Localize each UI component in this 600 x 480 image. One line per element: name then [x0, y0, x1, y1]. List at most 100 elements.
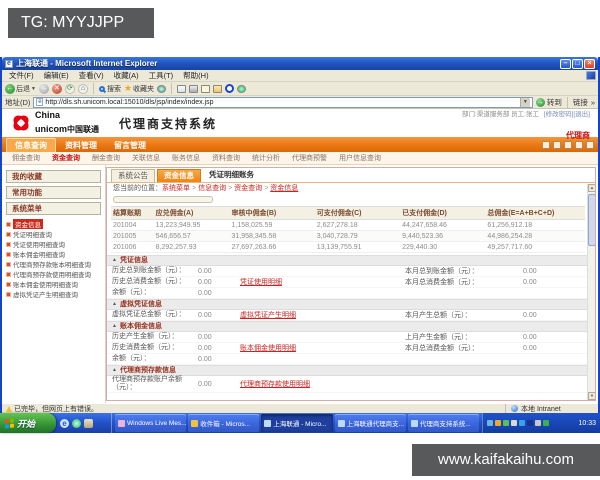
go-button[interactable]: → 转到: [535, 97, 562, 108]
sidebar-item-label: 资金信息: [13, 219, 43, 229]
sidebar-section-header[interactable]: 我的收藏: [6, 170, 101, 183]
breadcrumb-link[interactable]: 资金信息: [270, 185, 298, 192]
menubar-item[interactable]: 帮助(H): [178, 70, 213, 81]
links-chevron-icon[interactable]: »: [591, 98, 595, 107]
msn-quicklaunch-icon[interactable]: [72, 418, 81, 428]
print-button[interactable]: [189, 84, 199, 93]
tray-icon[interactable]: [511, 420, 517, 426]
collapsed-filter-pill[interactable]: [113, 196, 213, 203]
sidebar-menu-item[interactable]: 资金信息: [2, 219, 105, 229]
breadcrumb-prefix: 您当前的位置：: [113, 185, 162, 192]
history-button[interactable]: [157, 84, 167, 93]
taskbar-buttons: Windows Live Mes... 收件箱 - Micros... 上海联通 -…: [112, 413, 482, 433]
links-label[interactable]: 链接: [573, 97, 588, 108]
detail-link[interactable]: 凭证使用明细: [240, 277, 405, 287]
subnav-item[interactable]: 代理商预警: [286, 153, 333, 163]
tray-icon[interactable]: [527, 420, 533, 426]
content-tab[interactable]: 系统公告: [111, 169, 155, 182]
subnav-item[interactable]: 账务信息: [166, 153, 206, 163]
sidebar-menu-item[interactable]: 凭证使用明细查询: [2, 239, 105, 249]
menubar-item[interactable]: 收藏(A): [109, 70, 144, 81]
nav-tool-icon[interactable]: [575, 140, 583, 149]
table-cell: 31,958,345.58: [229, 230, 315, 242]
tray-icon[interactable]: [535, 420, 541, 426]
sidebar-menu-item[interactable]: 虚拟凭证产生明细查询: [2, 289, 105, 299]
nav-tab[interactable]: 留言管理: [106, 139, 154, 152]
nav-tab[interactable]: 资料管理: [57, 139, 105, 152]
messenger-button[interactable]: [237, 84, 247, 93]
subnav-item[interactable]: 用户信息查询: [333, 153, 387, 163]
tray-icon[interactable]: [543, 420, 549, 426]
table-row: 201004 13,223,949.95 1,158,025.59 2,627,278…: [111, 219, 585, 231]
scroll-down-icon[interactable]: ▼: [588, 392, 595, 400]
sidebar-menu-item[interactable]: 代理商预存款使用明细查询: [2, 269, 105, 279]
sidebar-menu-item[interactable]: 账本佣金使用明细查询: [2, 279, 105, 289]
breadcrumb-link[interactable]: 资金查询: [234, 185, 262, 192]
address-dropdown-button[interactable]: ▼: [519, 97, 530, 107]
window-titlebar[interactable]: e 上海联通 - Microsoft Internet Explorer – □…: [2, 57, 598, 70]
tray-icon[interactable]: [495, 420, 501, 426]
menubar-item[interactable]: 编辑(E): [39, 70, 74, 81]
tray-icon[interactable]: [519, 420, 525, 426]
field-label: 历史总到账金额（元）：: [112, 266, 186, 274]
mail-button[interactable]: [177, 84, 187, 93]
menubar-item[interactable]: 查看(V): [74, 70, 109, 81]
menubar-item[interactable]: 工具(T): [144, 70, 179, 81]
taskbar-button[interactable]: 上海联通 - Micro...: [261, 414, 333, 432]
nav-tool-icon[interactable]: [586, 140, 594, 149]
refresh-button[interactable]: ⟳: [64, 83, 75, 94]
detail-link[interactable]: 代理商预存款使用明细: [240, 379, 405, 389]
subnav-item[interactable]: 资料查询: [206, 153, 246, 163]
detail-link[interactable]: 虚拟凭证产生明细: [240, 310, 405, 320]
ie-quicklaunch-icon[interactable]: e: [60, 418, 69, 428]
content-tab[interactable]: 凭证明细账务: [203, 169, 260, 182]
show-desktop-icon[interactable]: [84, 418, 93, 428]
sidebar-section-header[interactable]: 常用功能: [6, 186, 101, 199]
subnav-item[interactable]: 资金查询: [46, 153, 86, 163]
edit-button[interactable]: [201, 84, 211, 93]
subnav-item[interactable]: 统计分析: [246, 153, 286, 163]
nav-tool-icon[interactable]: [553, 140, 561, 149]
maximize-button[interactable]: □: [572, 58, 583, 69]
messenger-ring-icon[interactable]: [225, 84, 235, 93]
taskbar-button[interactable]: Windows Live Mes...: [115, 414, 187, 432]
forward-button[interactable]: →: [38, 83, 49, 94]
sidebar-menu-item[interactable]: 账本佣金明细查询: [2, 249, 105, 259]
minimize-button[interactable]: –: [560, 58, 571, 69]
field-label: 虚拟凭证总金额（元）：: [112, 310, 186, 318]
taskbar-button[interactable]: 收件箱 - Micros...: [188, 414, 260, 432]
tray-icon[interactable]: [503, 420, 509, 426]
close-button[interactable]: ×: [584, 58, 595, 69]
subnav-item[interactable]: 佣金查询: [6, 153, 46, 163]
folder-button[interactable]: [213, 84, 223, 93]
detail-link[interactable]: 账本佣金使用明细: [240, 343, 405, 353]
home-button[interactable]: ⌂: [77, 83, 88, 94]
browser-toolbar: ← 后退 ▼ → ✕ ⟳ ⌂ 搜索 ★ 收藏夹: [2, 82, 598, 96]
taskbar-button[interactable]: 代理商支持系统...: [407, 414, 480, 432]
tray-icon[interactable]: [487, 420, 493, 426]
subnav-item[interactable]: 酬金查询: [86, 153, 126, 163]
nav-tool-icon[interactable]: [542, 140, 550, 149]
taskbar-button[interactable]: 上海联通代理商支...: [334, 414, 406, 432]
nav-tool-icon[interactable]: [564, 140, 572, 149]
start-button[interactable]: 开始: [0, 413, 56, 433]
content-scrollbar[interactable]: ▲ ▼: [587, 184, 595, 400]
menubar-item[interactable]: 文件(F): [4, 70, 39, 81]
breadcrumb-link[interactable]: 系统菜单: [162, 185, 190, 192]
sidebar-menu-item[interactable]: 凭证明细查询: [2, 229, 105, 239]
address-input[interactable]: e http://dls.sh.unicom.local:15010/dls/j…: [33, 96, 533, 108]
scroll-up-icon[interactable]: ▲: [588, 184, 595, 192]
sidebar-section-header[interactable]: 系统菜单: [6, 202, 101, 215]
back-button[interactable]: ← 后退 ▼: [5, 83, 36, 94]
scroll-thumb[interactable]: [588, 194, 595, 246]
breadcrumb-link[interactable]: 信息查询: [198, 185, 226, 192]
content-tab[interactable]: 资金信息: [157, 169, 201, 182]
subnav-item[interactable]: 关联信息: [126, 153, 166, 163]
sidebar-menu-item[interactable]: 代理商预存款账本明细查询: [2, 259, 105, 269]
favorites-button[interactable]: ★ 收藏夹: [124, 83, 154, 94]
nav-tab[interactable]: 信息查询: [6, 137, 56, 152]
brand-line2: unicom: [35, 123, 68, 134]
stop-button[interactable]: ✕: [51, 83, 62, 94]
user-links[interactable]: [修改密码][退出]: [544, 111, 590, 118]
search-button[interactable]: 搜索: [98, 84, 121, 94]
